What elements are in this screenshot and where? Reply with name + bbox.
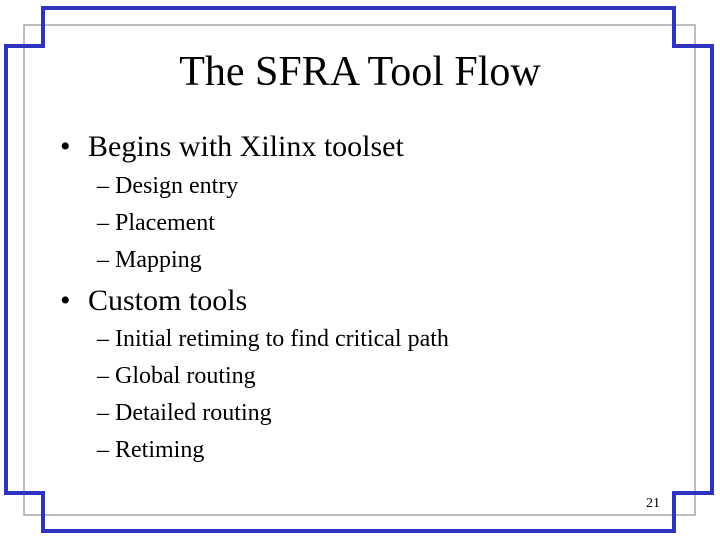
bullet-text: Begins with Xilinx toolset (88, 130, 404, 163)
sub-item: – Retiming (97, 437, 205, 463)
sub-item: – Global routing (97, 363, 256, 389)
sub-item: – Initial retiming to find critical path (97, 326, 449, 352)
sub-item: – Mapping (97, 247, 202, 273)
bullet-marker: • (60, 284, 71, 317)
bullet-marker: • (60, 130, 71, 163)
sub-item: – Design entry (97, 173, 239, 199)
bullet-text: Custom tools (88, 284, 248, 317)
sub-item: – Placement (97, 210, 215, 236)
slide-number: 21 (646, 496, 660, 511)
slide-title: The SFRA Tool Flow (179, 49, 541, 95)
sub-item: – Detailed routing (97, 400, 272, 426)
